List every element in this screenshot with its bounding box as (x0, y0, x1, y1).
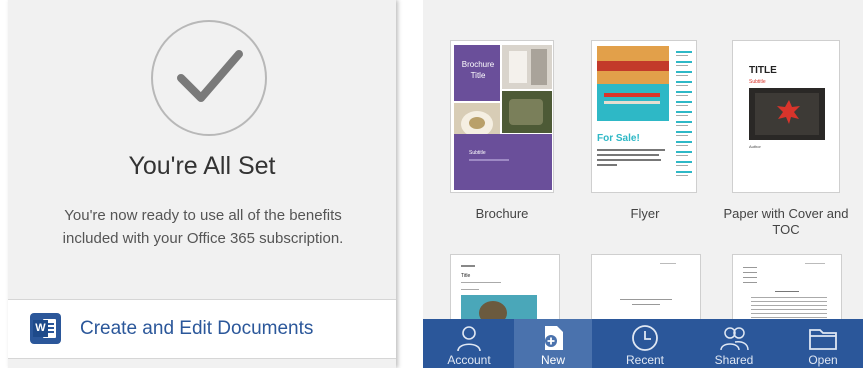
template-paper-thumbnail[interactable]: TITLE Subtitle Author (732, 40, 840, 193)
tab-new-label: New (540, 353, 565, 367)
shared-people-icon (720, 327, 749, 351)
checkmark-circle-icon (151, 20, 267, 136)
paper-thumb-title: TITLE (749, 65, 777, 76)
divider (8, 358, 396, 359)
tab-shared[interactable]: Shared (690, 319, 778, 368)
setup-title: You're All Set (128, 152, 276, 180)
tab-shared-label: Shared (714, 353, 754, 367)
bottom-tab-bar: Account New Recent Shared Open (423, 319, 863, 368)
tab-recent[interactable]: Recent (601, 319, 689, 368)
templates-panel: Brochure Title Subtitle Brochure For Sal… (423, 0, 863, 368)
setup-message: You're now ready to use all of the benef… (62, 207, 344, 247)
paper-thumb-subtitle: Subtitle (749, 79, 766, 85)
template-flyer-thumbnail[interactable]: For Sale! (591, 40, 697, 193)
word-icon-letter: W (33, 320, 48, 337)
tab-open-label: Open (808, 353, 838, 367)
create-and-edit-documents-button[interactable]: W Create and Edit Documents (8, 300, 396, 358)
second-row-thumb-title: Title (461, 273, 471, 279)
tab-new[interactable]: New (514, 319, 592, 368)
tab-account[interactable]: Account (425, 319, 513, 368)
paper-thumb-author: Author (749, 144, 761, 149)
template-brochure-label[interactable]: Brochure (437, 206, 567, 222)
template-paper-label[interactable]: Paper with Cover and TOC (721, 206, 851, 238)
new-document-icon (545, 326, 563, 350)
template-flyer-label[interactable]: Flyer (580, 206, 710, 222)
tab-recent-label: Recent (625, 353, 665, 367)
clock-icon (632, 325, 658, 351)
brochure-thumb-title: Brochure Title (461, 60, 495, 80)
folder-icon (809, 329, 837, 350)
brochure-thumb-subtitle: Subtitle (469, 150, 486, 156)
template-brochure-thumbnail[interactable]: Brochure Title Subtitle (450, 40, 554, 193)
account-icon (457, 326, 481, 352)
create-and-edit-label: Create and Edit Documents (80, 318, 314, 339)
setup-panel: You're All Set You're now ready to use a… (8, 0, 396, 368)
flyer-thumb-title: For Sale! (597, 133, 640, 144)
word-app-icon: W (30, 313, 61, 344)
tab-open[interactable]: Open (779, 319, 863, 368)
tab-account-label: Account (447, 353, 491, 367)
